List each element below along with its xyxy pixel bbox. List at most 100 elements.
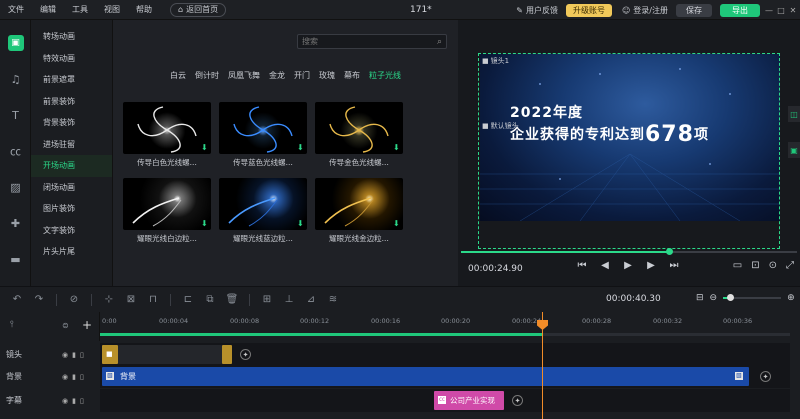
caption-icon[interactable]: ㏄: [0, 138, 31, 164]
copy-icon[interactable]: ⧉: [199, 294, 221, 305]
save-button[interactable]: 保存: [676, 3, 712, 17]
download-icon[interactable]: ⬇: [297, 144, 305, 152]
lock-icon[interactable]: ▮: [72, 351, 76, 359]
delete-icon[interactable]: 🗑: [221, 294, 243, 305]
track-body[interactable]: ■ ✦: [100, 343, 790, 366]
menu-help[interactable]: 帮助: [128, 0, 160, 20]
crop-icon[interactable]: ⊏: [177, 294, 199, 305]
fit-timeline-icon[interactable]: ⊟: [696, 293, 704, 303]
category-item[interactable]: 片头片尾: [31, 241, 112, 263]
camera-shot-icon[interactable]: ⊙: [769, 260, 777, 271]
menu-tools[interactable]: 工具: [64, 0, 96, 20]
menu-edit[interactable]: 编辑: [32, 0, 64, 20]
play-icon[interactable]: ▶: [622, 260, 634, 271]
step-back-icon[interactable]: ◀: [599, 260, 611, 271]
add-track-icon[interactable]: +: [82, 318, 92, 332]
background-clip[interactable]: ▧ 背景 ▧: [102, 367, 749, 386]
zoom-out-icon[interactable]: ⊖: [710, 293, 718, 303]
skip-end-icon[interactable]: ⏭: [668, 260, 680, 271]
feedback-button[interactable]: ✎ 用户反馈: [516, 5, 558, 16]
tab-particle-light[interactable]: 粒子光线: [369, 70, 401, 81]
search-input[interactable]: [302, 37, 422, 46]
mask-icon[interactable]: ⊿: [300, 294, 322, 305]
skip-start-icon[interactable]: ⏮: [576, 260, 588, 271]
add-keyframe-icon[interactable]: ✦: [760, 371, 771, 382]
category-item[interactable]: 转场动画: [31, 26, 112, 48]
music-icon[interactable]: ♫: [0, 66, 31, 92]
lens-clip-end[interactable]: [222, 345, 232, 364]
disable-icon[interactable]: ⊘: [63, 294, 85, 305]
lock-icon[interactable]: ▣: [788, 142, 800, 158]
image-edit-icon[interactable]: ⊞: [256, 294, 278, 305]
category-item[interactable]: 前景遮罩: [31, 69, 112, 91]
asset-tile[interactable]: ⬇ 耀眼光线金边粒...: [315, 178, 403, 243]
close-button[interactable]: ✕: [788, 6, 798, 15]
tab-curtain[interactable]: 幕布: [344, 70, 360, 81]
folder-icon[interactable]: ▬: [0, 246, 31, 272]
eye-icon[interactable]: ◉: [62, 351, 68, 359]
asset-tile[interactable]: ⬇ 耀眼光线蓝边粒...: [219, 178, 307, 243]
step-forward-icon[interactable]: ▶: [645, 260, 657, 271]
split-view-icon[interactable]: ⊓: [142, 294, 164, 305]
caption-clip[interactable]: ㏄ 公司产业实现: [434, 391, 504, 410]
tab-open-door[interactable]: 开门: [294, 70, 310, 81]
download-icon[interactable]: ⬇: [201, 144, 209, 152]
download-icon[interactable]: ⬇: [393, 220, 401, 228]
redo-icon[interactable]: ↷: [28, 294, 50, 305]
zoom-slider[interactable]: [723, 294, 782, 301]
lock-icon[interactable]: ▮: [72, 397, 76, 405]
download-icon[interactable]: ⬇: [393, 144, 401, 152]
preview-progress-knob[interactable]: [666, 248, 673, 255]
unlock-icon[interactable]: ◫: [788, 106, 800, 122]
category-item-active[interactable]: 开场动画: [31, 155, 112, 177]
preview-progress[interactable]: [461, 251, 797, 253]
category-item[interactable]: 特效动画: [31, 48, 112, 70]
zoom-in-icon[interactable]: ⊕: [787, 293, 795, 303]
menu-view[interactable]: 视图: [96, 0, 128, 20]
zoom-slider-knob[interactable]: [727, 294, 735, 301]
layers-icon[interactable]: ≋: [322, 294, 344, 305]
fit-icon[interactable]: ⊠: [120, 294, 142, 305]
asset-tile[interactable]: ⬇ 耀眼光线白边粒...: [123, 178, 211, 243]
minimize-button[interactable]: —: [764, 6, 774, 15]
trash-icon[interactable]: ▯: [80, 397, 84, 405]
text-icon[interactable]: T: [0, 102, 31, 128]
export-button[interactable]: 导出: [720, 3, 760, 17]
snapshot-icon[interactable]: ⊡: [751, 260, 759, 271]
category-item[interactable]: 进场驻留: [31, 134, 112, 156]
asset-tile[interactable]: ⬇ 传导金色光线螺...: [315, 102, 403, 167]
download-icon[interactable]: ⬇: [297, 220, 305, 228]
puzzle-icon[interactable]: ✚: [0, 210, 31, 236]
asset-tile[interactable]: ⬇ 传导白色光线螺...: [123, 102, 211, 167]
filter-icon[interactable]: ▨: [0, 174, 31, 200]
category-item[interactable]: 文字装饰: [31, 220, 112, 242]
trash-icon[interactable]: ▯: [80, 373, 84, 381]
film-icon[interactable]: ▣: [0, 30, 31, 56]
target-icon[interactable]: ⊹: [98, 294, 120, 305]
category-item[interactable]: 闭场动画: [31, 177, 112, 199]
menu-file[interactable]: 文件: [0, 0, 32, 20]
track-body[interactable]: ㏄ 公司产业实现 ✦: [100, 389, 790, 412]
asset-tile[interactable]: ⬇ 传导蓝色光线螺...: [219, 102, 307, 167]
marker-icon[interactable]: ⫯: [10, 320, 14, 330]
category-item[interactable]: 背景装饰: [31, 112, 112, 134]
tab-white-cloud[interactable]: 白云: [170, 70, 186, 81]
lens-clip-body[interactable]: [118, 345, 222, 364]
track-settings-icon[interactable]: ⊜: [62, 321, 69, 330]
eye-icon[interactable]: ◉: [62, 373, 68, 381]
tab-golden-dragon[interactable]: 金龙: [269, 70, 285, 81]
upgrade-button[interactable]: 升级账号: [565, 3, 612, 17]
download-icon[interactable]: ⬇: [201, 220, 209, 228]
lock-icon[interactable]: ▮: [72, 373, 76, 381]
search-icon[interactable]: ⌕: [437, 37, 442, 47]
maximize-button[interactable]: □: [776, 6, 786, 15]
category-item[interactable]: 图片装饰: [31, 198, 112, 220]
stamp-icon[interactable]: ⊥: [278, 294, 300, 305]
track-body[interactable]: ▧ 背景 ▧ ✦: [100, 365, 790, 388]
lens-clip-start[interactable]: ■: [102, 345, 118, 364]
login-button[interactable]: ☺ 登录/注册: [622, 5, 668, 16]
time-ruler[interactable]: 0:00 00:00:04 00:00:08 00:00:12 00:00:16…: [100, 312, 790, 337]
aspect-icon[interactable]: ▭: [733, 260, 742, 271]
add-keyframe-icon[interactable]: ✦: [240, 349, 251, 360]
tab-rose[interactable]: 玫瑰: [319, 70, 335, 81]
